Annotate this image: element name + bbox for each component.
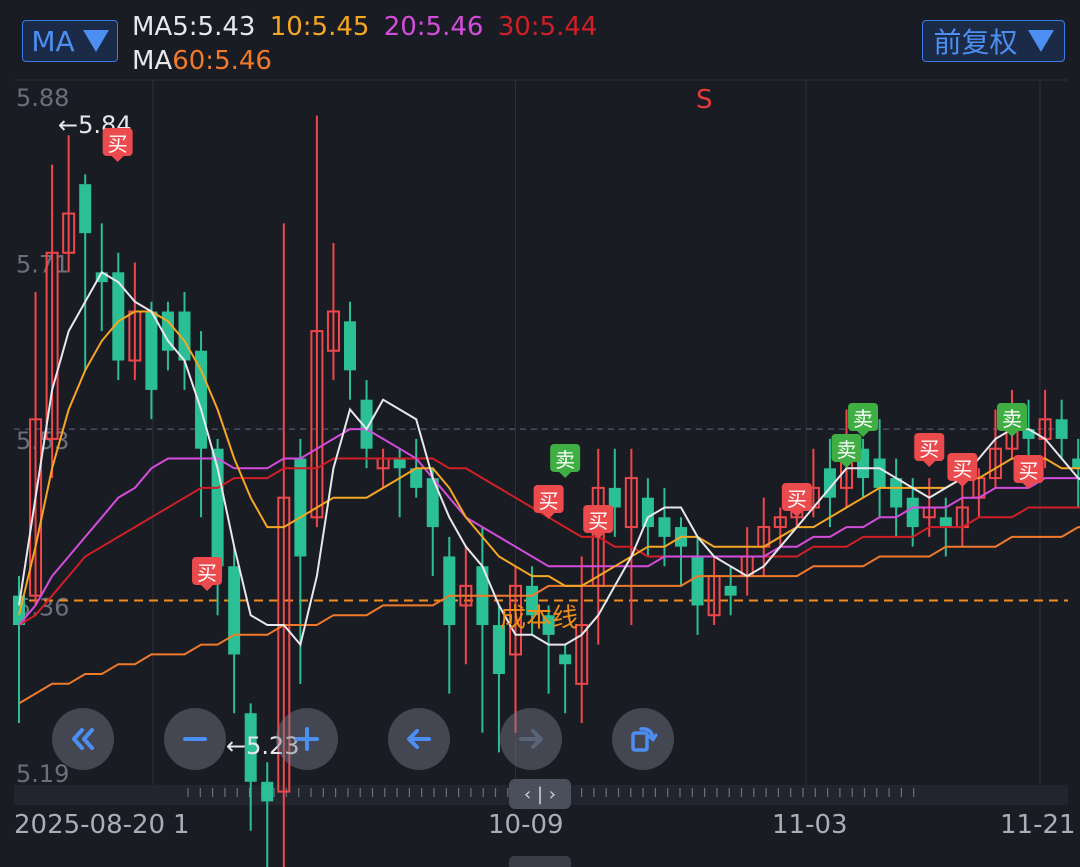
signal-badge-pointer (840, 462, 853, 468)
signal-badge-pointer (923, 461, 936, 467)
signal-badge-label: 买 (197, 561, 217, 585)
signal-badge-label: 买 (919, 437, 939, 461)
plus-icon (295, 727, 319, 751)
candle-body-down (691, 556, 704, 606)
y-tick-label: 5.88 (16, 84, 69, 112)
candle-body-down (890, 478, 903, 508)
candle-body-down (658, 517, 671, 537)
zoom-out-button[interactable] (164, 708, 226, 770)
candle-body-down (344, 321, 356, 371)
minus-icon (183, 737, 207, 741)
signal-badge-pointer (790, 511, 803, 517)
move-left-button[interactable] (388, 708, 450, 770)
signal-badge-label: 卖 (1002, 407, 1022, 431)
rotate-button[interactable] (612, 708, 674, 770)
candle-body-down (393, 458, 406, 469)
x-label-1: 1 (173, 810, 190, 840)
candle-body-down (145, 311, 158, 390)
signal-badge-pointer (1006, 431, 1018, 437)
candle-body-down (79, 184, 92, 234)
signal-badge-label: 买 (539, 489, 559, 513)
signal-badge-pointer (559, 472, 572, 478)
cost-line-label: 成本线 (500, 604, 578, 634)
arrow-right-icon (519, 729, 543, 749)
signal-badge-pointer (956, 481, 969, 487)
ma10-line (18, 310, 1080, 616)
y-tick-label: 5.19 (16, 760, 69, 788)
signal-badge-label: 买 (952, 457, 972, 481)
candle-body-down (1055, 419, 1068, 439)
candle-body-down (939, 517, 952, 528)
x-label-10-09: 10-09 (488, 810, 564, 840)
signal-badge-pointer (201, 585, 214, 591)
double-chevron-left-icon (72, 728, 94, 750)
x-label-11-21: 11-21 (1000, 810, 1076, 840)
candle-body-down (443, 556, 456, 626)
scroll-handle[interactable]: ‹ | › (509, 779, 571, 809)
candle-body-down (608, 487, 621, 508)
candle-body-down (228, 566, 241, 655)
scroll-handle-label: ‹ | › (524, 783, 556, 805)
signal-s-marker: S (696, 85, 713, 115)
signal-badge-label: 卖 (853, 407, 873, 431)
candle-body-down (873, 458, 886, 488)
candle-body-down (1072, 458, 1080, 469)
arrow-left-icon (407, 729, 431, 749)
bottom-drag-handle[interactable] (509, 856, 571, 867)
rotate-icon (631, 727, 658, 752)
move-right-button[interactable] (500, 708, 562, 770)
signal-badge-label: 卖 (837, 438, 857, 462)
zoom-in-button[interactable] (276, 708, 338, 770)
signal-badge-pointer (542, 513, 555, 519)
x-label-start: 2025-08-20 (14, 810, 166, 840)
signal-badge-label: 卖 (555, 448, 575, 472)
rewind-button[interactable] (52, 708, 114, 770)
candle-body-down (294, 458, 307, 557)
candle-body-down (724, 585, 737, 596)
signal-badge-label: 买 (588, 509, 608, 533)
candle-body-down (641, 497, 654, 528)
signal-badge-pointer (111, 156, 124, 162)
x-label-11-03: 11-03 (772, 810, 848, 840)
signal-badge-label: 买 (787, 487, 807, 511)
y-tick-label: 5.71 (16, 251, 69, 279)
candle-body-down (906, 497, 919, 528)
signal-badge-label: 买 (108, 132, 128, 156)
candle-body-down (261, 781, 274, 802)
signal-badge-label: 买 (1019, 459, 1039, 483)
candle-body-down (559, 654, 572, 665)
